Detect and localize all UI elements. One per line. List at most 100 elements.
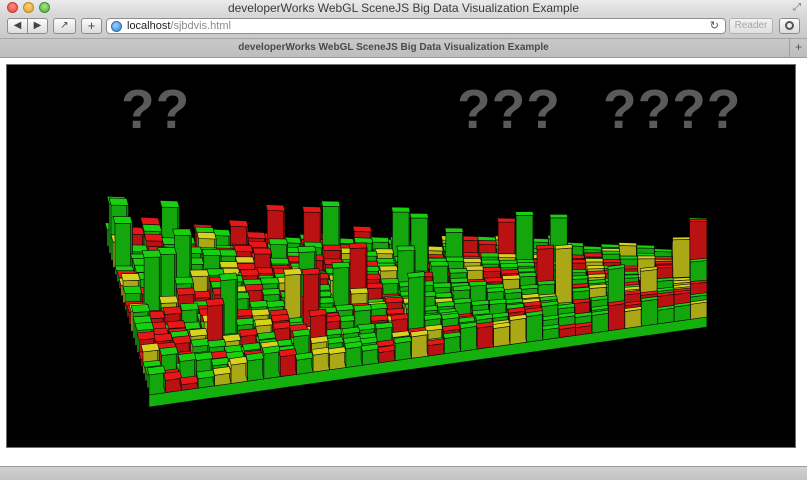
downloads-button[interactable] — [779, 18, 800, 34]
bar-top-face — [218, 272, 238, 282]
bar-top-face — [234, 256, 255, 264]
bar-top-face — [322, 244, 342, 251]
downloads-icon — [785, 21, 794, 30]
bar-top-face — [478, 239, 497, 246]
bar-top-face — [201, 248, 222, 256]
bar-front-face — [657, 307, 675, 325]
bar-top-face — [391, 206, 411, 213]
bar-top-face — [409, 212, 429, 219]
bar-front-face — [247, 358, 265, 382]
share-button[interactable]: ↗ — [53, 18, 76, 34]
bar-top-face — [586, 264, 605, 270]
bar-front-face — [312, 352, 330, 373]
url-text[interactable]: localhost/sjbdvis.html — [127, 20, 231, 33]
bar-top-face — [375, 257, 395, 264]
bar-top-face — [250, 308, 270, 317]
bar-top-face — [520, 284, 539, 290]
bar-top-face — [268, 238, 289, 246]
bar-top-face — [518, 272, 537, 278]
back-arrow-icon: ◀ — [13, 20, 22, 31]
bar-top-face — [549, 213, 569, 219]
bar-front-face — [148, 372, 166, 396]
bar-top-face — [352, 225, 373, 233]
bar-top-face — [517, 267, 536, 273]
bar-front-face — [493, 325, 511, 348]
bar-top-face — [261, 288, 281, 296]
bar-top-face — [301, 267, 321, 276]
bar-top-face — [497, 217, 516, 223]
bar-top-face — [364, 282, 384, 289]
bar-top-face — [602, 259, 622, 264]
bar-top-face — [335, 304, 355, 312]
bar-front-face — [641, 298, 659, 327]
bar-top-face — [196, 231, 217, 240]
bar-top-face — [270, 313, 290, 323]
bar-top-face — [246, 231, 267, 239]
bar-top-face — [297, 245, 317, 253]
bar-top-face — [130, 304, 151, 313]
url-path: /sjbdvis.html — [170, 20, 231, 32]
bar-top-face — [112, 215, 133, 224]
bar-top-face — [449, 268, 468, 274]
bar-top-face — [158, 295, 179, 304]
bar-top-face — [239, 269, 260, 277]
bar-front-face — [690, 301, 708, 320]
bar-top-face — [618, 242, 637, 247]
status-bar — [0, 466, 807, 480]
bar-top-face — [432, 282, 452, 289]
bar-front-face — [411, 334, 429, 359]
bar-top-face — [637, 255, 656, 260]
globe-icon — [111, 21, 122, 32]
new-tab-icon[interactable]: + — [789, 39, 807, 57]
url-host: localhost — [127, 20, 171, 32]
bar-top-face — [444, 227, 464, 233]
bar-top-face — [585, 258, 604, 263]
bar-top-face — [484, 277, 503, 283]
bar-top-face — [370, 236, 390, 243]
bar-front-face — [460, 325, 478, 352]
bar-top-face — [205, 297, 225, 307]
bar-top-face — [153, 333, 173, 343]
bar-top-face — [453, 297, 472, 305]
bar-top-face — [269, 257, 290, 265]
bar-top-face — [331, 261, 351, 269]
bar-top-face — [433, 292, 453, 299]
bar-top-face — [655, 264, 674, 269]
tab-bar: developerWorks WebGL SceneJS Big Data Vi… — [0, 38, 807, 58]
bar-top-face — [468, 280, 488, 287]
bar-top-face — [353, 237, 374, 244]
bar-top-face — [380, 278, 400, 285]
reader-button[interactable]: Reader — [729, 18, 773, 34]
bar-front-face — [362, 348, 380, 366]
forward-arrow-icon: ▶ — [33, 20, 42, 31]
bar-top-face — [689, 218, 708, 223]
bar-front-face — [673, 304, 691, 322]
bar-front-face — [394, 340, 412, 361]
forward-button[interactable]: ▶ — [27, 18, 48, 34]
bar-top-face — [134, 321, 155, 331]
add-bookmark-button[interactable]: + — [81, 18, 102, 34]
bar-top-face — [228, 219, 249, 228]
bar-top-face — [636, 252, 655, 257]
bar-top-face — [143, 233, 164, 242]
bar-top-face — [266, 300, 286, 308]
bar-top-face — [636, 244, 655, 249]
bar-top-face — [587, 273, 606, 279]
bar-top-face — [166, 320, 186, 329]
bar-top-face — [583, 253, 603, 258]
bar-front-face — [509, 317, 527, 345]
bar-top-face — [219, 261, 239, 268]
back-button[interactable]: ◀ — [7, 18, 28, 34]
bar-top-face — [252, 247, 273, 255]
bar-top-face — [601, 250, 621, 255]
active-tab[interactable]: developerWorks WebGL SceneJS Big Data Vi… — [0, 42, 787, 53]
bar-top-face — [140, 342, 160, 353]
bar-front-face — [624, 308, 642, 329]
address-bar[interactable]: localhost/sjbdvis.html ↻ — [106, 18, 726, 34]
webgl-canvas[interactable]: ?? ??? ???? — [6, 64, 796, 448]
bar-top-face — [379, 265, 399, 272]
bar-top-face — [260, 277, 280, 285]
fullscreen-icon[interactable]: ⤢ — [793, 2, 801, 13]
bar-top-face — [122, 285, 143, 294]
reload-icon[interactable]: ↻ — [710, 19, 719, 32]
